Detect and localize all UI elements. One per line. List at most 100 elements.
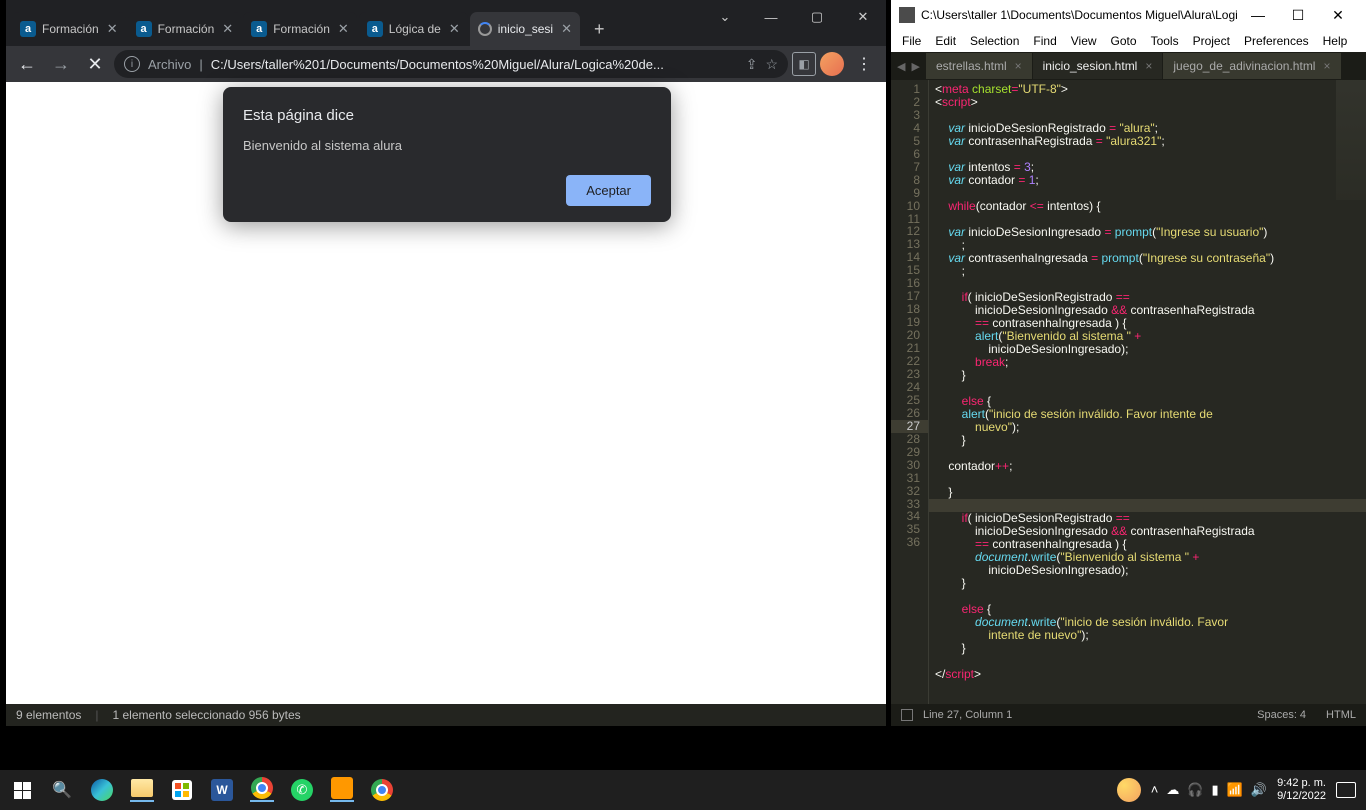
close-icon[interactable]: ✕ — [1318, 7, 1358, 24]
address-bar[interactable]: i Archivo | C:/Users/taller%201/Document… — [114, 50, 788, 78]
url-separator: | — [199, 57, 202, 72]
explorer-status-bar: 9 elementos | 1 elemento seleccionado 95… — [6, 704, 886, 726]
panel-toggle-icon[interactable] — [901, 709, 913, 721]
menu-goto[interactable]: Goto — [1104, 34, 1144, 48]
browser-tab[interactable]: a Formación ✕ — [128, 12, 242, 46]
browser-tab[interactable]: a Formación ✕ — [12, 12, 126, 46]
sublime-statusbar: Line 27, Column 1 Spaces: 4HTML — [891, 704, 1366, 726]
tab-label: juego_de_adivinacion.html — [1173, 59, 1315, 73]
browser-toolbar: ← → ✕ i Archivo | C:/Users/taller%201/Do… — [6, 46, 886, 82]
syntax-setting[interactable]: HTML — [1326, 709, 1356, 721]
tab-label: Formación — [42, 22, 99, 36]
volume-icon[interactable]: 🔊 — [1251, 782, 1267, 798]
notifications-icon[interactable] — [1336, 782, 1356, 798]
tab-close-icon[interactable]: × — [1323, 59, 1330, 73]
menu-find[interactable]: Find — [1026, 34, 1063, 48]
share-icon[interactable]: ⇪ — [746, 56, 758, 73]
nav-fwd-icon[interactable]: ▶ — [911, 60, 919, 73]
url-scheme-label: Archivo — [148, 57, 191, 72]
dialog-ok-button[interactable]: Aceptar — [566, 175, 651, 206]
tab-label: Lógica de — [389, 22, 441, 36]
window-title: C:\Users\taller 1\Documents\Documentos M… — [921, 8, 1238, 22]
favicon-icon: a — [367, 21, 383, 37]
code-content[interactable]: <meta charset="UTF-8"><script> var inici… — [929, 80, 1366, 704]
tab-label: Formación — [158, 22, 215, 36]
file-explorer-icon[interactable] — [130, 778, 154, 802]
code-editor[interactable]: 1234567891011121314151617181920212223242… — [891, 80, 1366, 704]
js-alert-dialog: Esta página dice Bienvenido al sistema a… — [223, 87, 671, 222]
site-info-icon[interactable]: i — [124, 56, 140, 72]
editor-tab[interactable]: estrellas.html× — [926, 53, 1033, 79]
browser-window: ⌄ — ▢ ✕ a Formación ✕ a Formación ✕ a Formaci… — [6, 0, 886, 726]
tab-close-icon[interactable]: ✕ — [449, 21, 460, 37]
loading-spinner-icon — [478, 22, 492, 36]
browser-tab[interactable]: a Formación ✕ — [243, 12, 357, 46]
menu-help[interactable]: Help — [1316, 34, 1355, 48]
close-icon[interactable]: ✕ — [840, 9, 886, 25]
minimap[interactable] — [1336, 80, 1366, 200]
tab-close-icon[interactable]: ✕ — [107, 21, 118, 37]
word-icon[interactable]: W — [210, 778, 234, 802]
back-button[interactable]: ← — [12, 49, 42, 79]
weather-icon[interactable] — [1117, 778, 1141, 802]
system-tray: ˄ ☁ 🎧 ▮ 📶 🔊 — [1151, 782, 1267, 798]
menu-project[interactable]: Project — [1186, 34, 1237, 48]
taskbar-clock[interactable]: 9:42 p. m. 9/12/2022 — [1277, 777, 1326, 803]
clock-date: 9/12/2022 — [1277, 790, 1326, 803]
dropdown-icon[interactable]: ⌄ — [702, 9, 748, 25]
favicon-icon: a — [251, 21, 267, 37]
menu-edit[interactable]: Edit — [928, 34, 963, 48]
menu-tools[interactable]: Tools — [1144, 34, 1186, 48]
tab-label: Formación — [273, 22, 330, 36]
wifi-icon[interactable]: 📶 — [1227, 782, 1243, 798]
whatsapp-icon[interactable]: ✆ — [290, 778, 314, 802]
maximize-icon[interactable]: ▢ — [794, 9, 840, 25]
minimize-icon[interactable]: — — [748, 10, 794, 25]
app-icon — [899, 7, 915, 23]
editor-tab-active[interactable]: inicio_sesion.html× — [1033, 53, 1164, 79]
profile-avatar-icon[interactable] — [820, 52, 844, 76]
favicon-icon: a — [136, 21, 152, 37]
browser-tab[interactable]: a Lógica de ✕ — [359, 12, 468, 46]
chrome-icon-2[interactable] — [370, 778, 394, 802]
tab-close-icon[interactable]: × — [1015, 59, 1022, 73]
sublime-tabbar: ◀ ▶ estrellas.html× inicio_sesion.html× … — [891, 52, 1366, 80]
sublime-window: C:\Users\taller 1\Documents\Documentos M… — [891, 0, 1366, 726]
forward-button[interactable]: → — [46, 49, 76, 79]
tab-close-icon[interactable]: ✕ — [338, 21, 349, 37]
sublime-icon[interactable] — [330, 778, 354, 802]
search-icon[interactable]: 🔍 — [50, 778, 74, 802]
headset-icon[interactable]: 🎧 — [1187, 782, 1203, 798]
editor-tab[interactable]: juego_de_adivinacion.html × — [1163, 53, 1341, 79]
kebab-menu-icon[interactable]: ⋮ — [848, 54, 880, 74]
browser-tabstrip: ⌄ — ▢ ✕ a Formación ✕ a Formación ✕ a Formaci… — [6, 0, 886, 46]
stop-button[interactable]: ✕ — [80, 49, 110, 79]
tab-close-icon[interactable]: ✕ — [222, 21, 233, 37]
chrome-icon[interactable] — [250, 778, 274, 802]
nav-back-icon[interactable]: ◀ — [897, 60, 905, 73]
new-tab-button[interactable]: + — [582, 12, 617, 46]
tab-close-icon[interactable]: ✕ — [561, 21, 572, 37]
start-button[interactable] — [10, 778, 34, 802]
menu-selection[interactable]: Selection — [963, 34, 1026, 48]
tray-expand-icon[interactable]: ˄ — [1151, 782, 1159, 798]
battery-icon[interactable]: ▮ — [1212, 782, 1219, 798]
favicon-icon: a — [20, 21, 36, 37]
sidepanel-icon[interactable]: ◧ — [792, 52, 816, 76]
onedrive-icon[interactable]: ☁ — [1166, 782, 1179, 798]
browser-tab-active[interactable]: inicio_sesi ✕ — [470, 12, 580, 46]
maximize-icon[interactable]: ☐ — [1278, 7, 1318, 24]
line-gutter: 1234567891011121314151617181920212223242… — [891, 80, 929, 704]
dialog-title: Esta página dice — [243, 107, 651, 124]
menu-preferences[interactable]: Preferences — [1237, 34, 1316, 48]
tab-close-icon[interactable]: × — [1145, 59, 1152, 73]
bookmark-star-icon[interactable]: ☆ — [765, 56, 778, 73]
ms-store-icon[interactable] — [170, 778, 194, 802]
minimize-icon[interactable]: — — [1238, 7, 1278, 24]
menu-view[interactable]: View — [1064, 34, 1104, 48]
indent-setting[interactable]: Spaces: 4 — [1257, 709, 1306, 721]
tab-label: inicio_sesi — [498, 22, 553, 36]
edge-icon[interactable] — [90, 778, 114, 802]
menu-file[interactable]: File — [895, 34, 928, 48]
url-path: C:/Users/taller%201/Documents/Documentos… — [211, 57, 738, 72]
